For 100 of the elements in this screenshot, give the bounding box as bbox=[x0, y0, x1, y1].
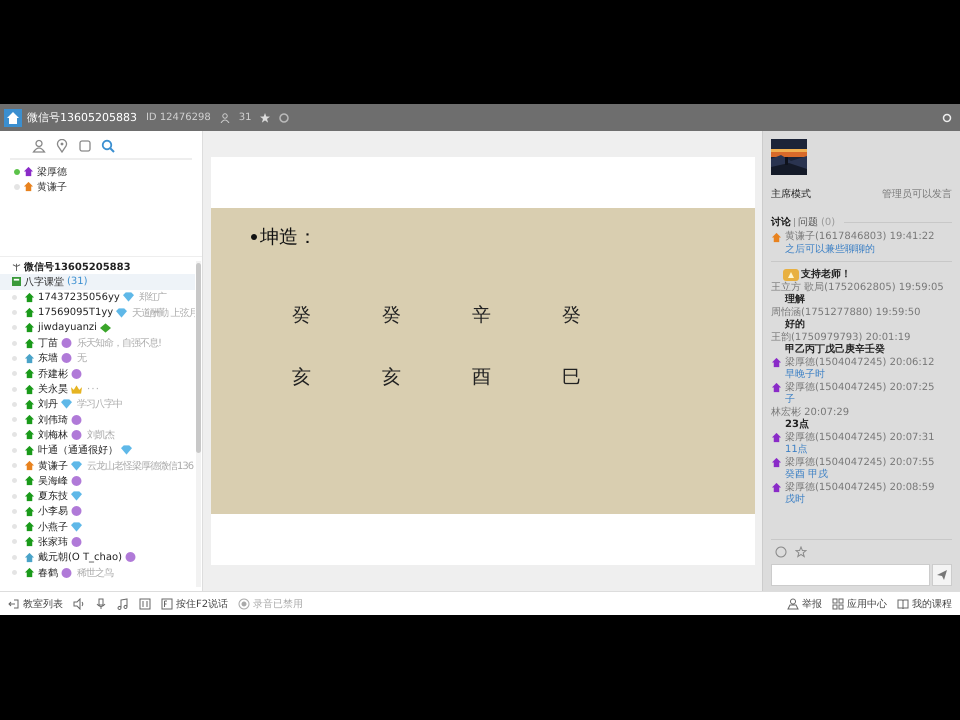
message-text: 戌时 bbox=[784, 494, 806, 506]
member-name: 黄谦子 bbox=[38, 460, 68, 472]
online-count: 31 bbox=[238, 112, 252, 123]
toolbar-button[interactable]: 举报 bbox=[785, 596, 824, 610]
chat-tab[interactable]: 问题 (0) bbox=[798, 215, 836, 229]
member-row[interactable]: 叶通（通通很好） bbox=[0, 442, 195, 458]
member-row[interactable]: 关永昊 · · · bbox=[0, 381, 195, 397]
member-row[interactable]: 丁苗 乐天知命，自强不息! bbox=[0, 335, 195, 351]
chat-input-field[interactable] bbox=[771, 564, 930, 586]
member-row[interactable]: 刘丹 学习八字中 bbox=[0, 396, 195, 412]
chat-tab[interactable]: 讨论 bbox=[771, 215, 791, 229]
message-author: 王立方 歌局(1752062805) 19:59:05 bbox=[771, 282, 944, 294]
member-name: 17437235056yy bbox=[38, 292, 120, 303]
channel-title: 微信号13605205883 bbox=[27, 110, 137, 125]
book-icon bbox=[897, 598, 909, 610]
member-name: 乔建彬 bbox=[38, 368, 68, 381]
message-text: 好的 bbox=[784, 319, 806, 332]
message-author: 王韵(1750979793) 20:01:19 bbox=[771, 332, 911, 343]
member-signature: 学习八字中 bbox=[77, 398, 122, 412]
diamond-icon bbox=[71, 491, 82, 502]
stem-character: 酉 bbox=[472, 365, 492, 390]
search-icon[interactable] bbox=[101, 139, 115, 153]
admin-name[interactable]: 梁厚德 bbox=[37, 164, 67, 178]
member-row[interactable]: 刘梅林 刘凯杰 bbox=[0, 427, 195, 443]
diamond-icon bbox=[71, 522, 82, 532]
star-icon[interactable] bbox=[260, 112, 270, 122]
antenna-icon bbox=[12, 262, 21, 272]
diamond-icon bbox=[61, 399, 72, 410]
diamond-icon bbox=[121, 445, 132, 456]
member-name: 东墙 bbox=[38, 352, 58, 366]
room-row[interactable]: 八字课堂 (31) bbox=[0, 274, 195, 290]
member-row[interactable]: 小燕子 bbox=[0, 519, 195, 534]
message-author: 梁厚德(1504047245) 20:08:59 bbox=[785, 482, 935, 494]
location-pin-icon[interactable] bbox=[55, 139, 69, 153]
message-text: 子 bbox=[784, 394, 796, 406]
toolbar-button[interactable]: 应用中心 bbox=[830, 596, 889, 610]
room-icon bbox=[12, 277, 21, 286]
member-name: 17569095T1yy bbox=[38, 307, 114, 318]
orb-icon bbox=[61, 338, 72, 348]
admin-name[interactable]: 黄谦子 bbox=[37, 180, 67, 194]
permission-note: 管理员可以发言 bbox=[882, 188, 952, 201]
star-icon[interactable] bbox=[795, 546, 807, 558]
member-row[interactable]: 东墙 无 bbox=[0, 350, 195, 366]
diamond-icon bbox=[116, 308, 128, 318]
music-icon bbox=[117, 598, 129, 610]
message-author: 梁厚德(1504047245) 20:06:12 bbox=[785, 356, 935, 368]
mic-icon bbox=[95, 598, 107, 610]
stem-character: 亥 bbox=[382, 365, 402, 390]
member-row[interactable]: 张家玮 bbox=[0, 534, 195, 550]
member-name: 夏东技 bbox=[38, 490, 68, 504]
member-row[interactable]: 春鹤 稀世之鸟 bbox=[0, 564, 195, 580]
stem-character: 巳 bbox=[562, 365, 582, 390]
message-text: 理解 bbox=[784, 294, 806, 306]
member-row[interactable]: 夏东技 bbox=[0, 488, 195, 504]
member-row[interactable]: 吴海峰 bbox=[0, 473, 195, 488]
slide-heading: 坤造： bbox=[251, 224, 755, 250]
message-text: 甲乙丙丁戊己庚辛壬癸 bbox=[784, 344, 886, 356]
member-signature: 天道酬勤 上弦月 bbox=[132, 306, 195, 320]
send-button[interactable] bbox=[932, 564, 952, 586]
home-icon[interactable] bbox=[4, 108, 22, 126]
scroll-thumb[interactable] bbox=[196, 263, 201, 453]
member-signature: 郑红广 bbox=[138, 290, 166, 304]
message-author: 周怡涵(1751277880) 19:59:50 bbox=[771, 306, 921, 318]
message-author: 梁厚德(1504047245) 20:07:25 bbox=[785, 382, 935, 394]
toolbar-button[interactable]: 按住F2说话 bbox=[159, 596, 230, 610]
orb-icon bbox=[71, 430, 82, 440]
member-signature: 稀世之鸟 bbox=[77, 566, 113, 580]
member-name: 刘梅林 bbox=[38, 428, 68, 442]
orb-icon bbox=[61, 568, 72, 578]
toolbar-button[interactable]: 我的课程 bbox=[895, 596, 954, 610]
mixer-icon bbox=[139, 598, 151, 610]
member-name: 小燕子 bbox=[38, 520, 68, 534]
gem-icon bbox=[100, 322, 111, 333]
member-row[interactable]: 刘伟琦 bbox=[0, 412, 195, 428]
member-row[interactable]: 黄谦子 云龙山老怪梁厚德微信136 bbox=[0, 458, 195, 474]
crown-icon bbox=[71, 384, 82, 394]
person-icon[interactable] bbox=[32, 139, 46, 153]
channel-name[interactable]: 微信号13605205883 bbox=[24, 260, 131, 274]
square-icon[interactable] bbox=[78, 139, 92, 153]
member-row[interactable]: 戴元朝(O T_chao) bbox=[0, 550, 195, 565]
member-name: 叶通（通通很好） bbox=[38, 444, 118, 458]
member-signature: 云龙山老怪梁厚德微信136 bbox=[87, 460, 194, 472]
stem-character: 辛 bbox=[472, 303, 492, 328]
member-row[interactable]: 17437235056yy 郑红广 bbox=[0, 290, 195, 305]
member-name: 刘伟琦 bbox=[38, 414, 68, 427]
orb-icon bbox=[71, 536, 82, 547]
member-row[interactable]: 17569095T1yy 天道酬勤 上弦月 bbox=[0, 304, 195, 320]
message-author: 林宏彬 20:07:29 bbox=[771, 406, 850, 418]
speaker-icon bbox=[73, 598, 85, 610]
toolbar-button[interactable]: 教室列表 bbox=[6, 596, 65, 610]
stem-character: 癸 bbox=[382, 303, 402, 328]
mixer-button[interactable] bbox=[137, 598, 153, 610]
member-row[interactable]: 小李易 bbox=[0, 504, 195, 520]
member-name: 戴元朝(O T_chao) bbox=[38, 550, 122, 564]
message-text: 11点 bbox=[784, 444, 809, 456]
member-signature: · · · bbox=[87, 384, 98, 395]
member-row[interactable]: 乔建彬 bbox=[0, 366, 195, 382]
message-text: 之后可以兼些聊聊的 bbox=[784, 244, 876, 256]
member-name: 张家玮 bbox=[38, 536, 68, 549]
member-row[interactable]: jiwdayuanzi bbox=[0, 320, 195, 336]
